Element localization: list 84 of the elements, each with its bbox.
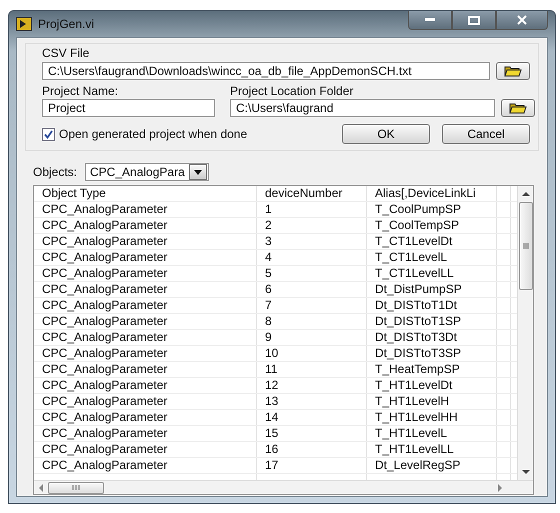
table-cell: Dt_LevelRegSP bbox=[367, 458, 497, 473]
table-cell: T_HT1LevelHH bbox=[367, 410, 497, 425]
table-cell: Dt_DISTtoT1Dt bbox=[367, 298, 497, 313]
csv-file-label: CSV File bbox=[42, 46, 90, 60]
table-cell: CPC_AnalogParameter bbox=[34, 442, 257, 457]
table-cell: T_HT1LevelLL bbox=[367, 442, 497, 457]
table-cell: Dt_DistPumpSP bbox=[367, 282, 497, 297]
table-cell: 4 bbox=[257, 250, 367, 265]
table-cell: 1 bbox=[257, 202, 367, 217]
project-location-label: Project Location Folder bbox=[230, 84, 354, 98]
table-cell: CPC_AnalogParameter bbox=[34, 266, 257, 281]
table-cell: 2 bbox=[257, 218, 367, 233]
project-name-field[interactable]: Project bbox=[42, 99, 215, 117]
caret-icon bbox=[194, 170, 202, 174]
scroll-down-icon[interactable] bbox=[522, 468, 530, 476]
table-cell: 3 bbox=[257, 234, 367, 249]
scroll-up-icon[interactable] bbox=[522, 190, 530, 198]
table-cell: CPC_AnalogParameter bbox=[34, 250, 257, 265]
table-cell: T_HT1LevelDt bbox=[367, 378, 497, 393]
table-cell: 5 bbox=[257, 266, 367, 281]
table-cell: CPC_AnalogParameter bbox=[34, 314, 257, 329]
table-cell: T_CoolPumpSP bbox=[367, 202, 497, 217]
table-cell: 9 bbox=[257, 330, 367, 345]
csv-file-field[interactable]: C:\Users\faugrand\Downloads\wincc_oa_db_file_AppDemonSCH.txt bbox=[42, 62, 490, 80]
browse-button[interactable] bbox=[501, 99, 535, 117]
table-cell: CPC_AnalogParameter bbox=[34, 202, 257, 217]
table-cell: CPC_AnalogParameter bbox=[34, 394, 257, 409]
minimize-button[interactable] bbox=[408, 11, 452, 30]
grip-icon bbox=[522, 243, 528, 249]
table-cell: T_CT1LevelDt bbox=[367, 234, 497, 249]
project-name-label: Project Name: bbox=[42, 84, 120, 98]
table-cell: CPC_AnalogParameter bbox=[34, 282, 257, 297]
table-cell: CPC_AnalogParameter bbox=[34, 458, 257, 473]
table-cell: CPC_AnalogParameter bbox=[34, 426, 257, 441]
project-location-field[interactable]: C:\Users\faugrand bbox=[230, 99, 495, 117]
folder-icon bbox=[504, 65, 522, 77]
table-cell: CPC_AnalogParameter bbox=[34, 378, 257, 393]
browse-button[interactable] bbox=[496, 62, 530, 80]
maximize-button[interactable] bbox=[452, 11, 496, 30]
maximize-icon bbox=[468, 16, 480, 24]
table-cell: T_HeatTempSP bbox=[367, 362, 497, 377]
table-cell: Dt_DISTtoT3SP bbox=[367, 346, 497, 361]
vertical-scrollbar[interactable] bbox=[517, 186, 533, 480]
window-title: ProjGen.vi bbox=[38, 17, 96, 31]
table-cell: 10 bbox=[257, 346, 367, 361]
table-cell: T_CT1LevelLL bbox=[367, 266, 497, 281]
table-cell: 8 bbox=[257, 314, 367, 329]
table-cell: CPC_AnalogParameter bbox=[34, 362, 257, 377]
table-cell: 11 bbox=[257, 362, 367, 377]
objects-label: Objects: bbox=[33, 165, 78, 179]
table-cell: 13 bbox=[257, 394, 367, 409]
horizontal-scrollbar[interactable] bbox=[34, 480, 533, 494]
table-cell: 12 bbox=[257, 378, 367, 393]
app-icon bbox=[16, 17, 32, 31]
table-cell: T_HT1LevelL bbox=[367, 426, 497, 441]
table-cell: CPC_AnalogParameter bbox=[34, 346, 257, 361]
checkbox[interactable] bbox=[42, 128, 55, 140]
table-cell: 7 bbox=[257, 298, 367, 313]
table-cell: Dt_DISTtoT3Dt bbox=[367, 330, 497, 345]
table-cell: 16 bbox=[257, 442, 367, 457]
table-cell: CPC_AnalogParameter bbox=[34, 330, 257, 345]
table-cell: 6 bbox=[257, 282, 367, 297]
table-cell: T_HT1LevelH bbox=[367, 394, 497, 409]
objects-dropdown[interactable]: CPC_AnalogPara bbox=[85, 163, 209, 181]
table-cell: 17 bbox=[257, 458, 367, 473]
scroll-right-icon[interactable] bbox=[497, 484, 503, 492]
cancel-button[interactable]: Cancel bbox=[442, 124, 530, 144]
grip-icon bbox=[72, 485, 80, 490]
table-cell: CPC_AnalogParameter bbox=[34, 298, 257, 313]
table-cell: 14 bbox=[257, 410, 367, 425]
close-button[interactable] bbox=[496, 11, 548, 30]
minimize-icon bbox=[425, 18, 435, 22]
checkbox-label: Open generated project when done bbox=[59, 127, 248, 141]
table-cell: 15 bbox=[257, 426, 367, 441]
scroll-left-icon[interactable] bbox=[38, 484, 44, 492]
table-cell: CPC_AnalogParameter bbox=[34, 218, 257, 233]
table-cell: CPC_AnalogParameter bbox=[34, 234, 257, 249]
table-cell: T_CT1LevelL bbox=[367, 250, 497, 265]
folder-icon bbox=[509, 102, 527, 114]
table-cell: Dt_DISTtoT1SP bbox=[367, 314, 497, 329]
table-cell: T_CoolTempSP bbox=[367, 218, 497, 233]
table-cell: CPC_AnalogParameter bbox=[34, 410, 257, 425]
close-icon bbox=[517, 15, 527, 25]
ok-button[interactable]: OK bbox=[342, 124, 430, 144]
